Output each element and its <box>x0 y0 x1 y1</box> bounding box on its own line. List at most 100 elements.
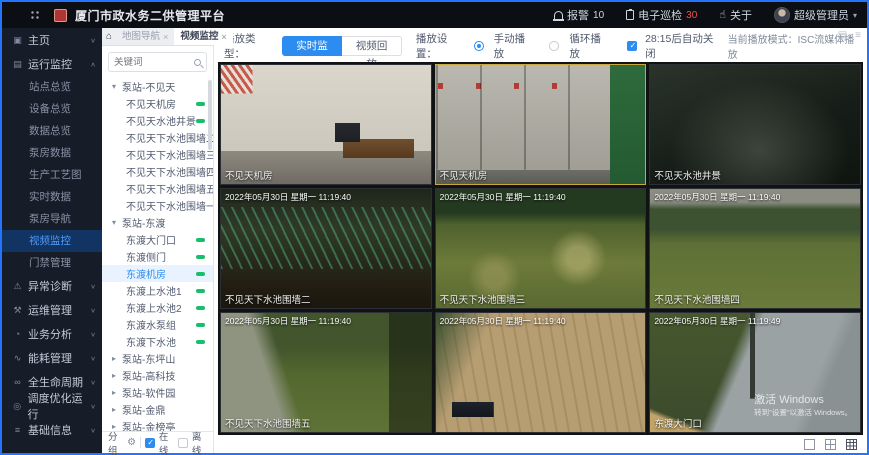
about-menu[interactable]: ☝ 关于 <box>719 7 752 23</box>
close-icon[interactable]: × <box>163 28 168 46</box>
video-camera-name: 不见天下水池围墙二 <box>225 292 311 306</box>
sidebar-item-access-control[interactable]: 门禁管理 <box>2 252 102 274</box>
sidebar-item-analysis[interactable]: ◔ 业务分析 ∨ <box>2 322 102 346</box>
manual-play-radio[interactable] <box>474 41 484 51</box>
offline-checkbox[interactable] <box>178 438 188 448</box>
sidebar-item-dispatch[interactable]: ◎ 调度优化运行 ∨ <box>2 394 102 418</box>
tree-group[interactable]: ▸泵站-高科技 <box>102 367 213 384</box>
tree-camera[interactable]: 不见天下水池围墙一 <box>102 197 213 214</box>
tree-camera[interactable]: 不见天下水池围墙三 <box>102 146 213 163</box>
realtime-monitor-button[interactable]: 实时监控 <box>282 36 343 56</box>
tree-camera[interactable]: 东渡上水池1 <box>102 282 213 299</box>
tree-camera-label: 东渡大门口 <box>126 232 176 247</box>
windows-activation-watermark: 激活 Windows 转到"设置"以激活 Windows。 <box>754 391 852 418</box>
search-input[interactable] <box>114 57 194 68</box>
tree-camera[interactable]: 不见天下水池围墙二 <box>102 129 213 146</box>
online-checkbox[interactable] <box>145 438 155 448</box>
app-grid-icon[interactable] <box>30 10 40 20</box>
tree-camera[interactable]: 东渡大门口 <box>102 231 213 248</box>
tree-camera-selected[interactable]: 东渡机房 <box>102 265 213 282</box>
tree-group[interactable]: ▾泵站-东渡 <box>102 214 213 231</box>
avatar <box>774 7 790 23</box>
node-open-icon: ▾ <box>112 218 122 227</box>
panel-icon[interactable]: ▤ <box>838 30 847 41</box>
menu-icon[interactable]: ≡ <box>855 30 861 41</box>
sidebar-item-data-overview[interactable]: 数据总览 <box>2 120 102 142</box>
tree-camera[interactable]: 不见天水池井景 <box>102 112 213 129</box>
tree-group[interactable]: ▸泵站-软件园 <box>102 384 213 401</box>
tree-group-label: 泵站-高科技 <box>122 368 175 383</box>
sidebar-item-label: 运行监控 <box>28 56 72 72</box>
app-logo <box>54 9 67 22</box>
layout-single-icon[interactable] <box>804 439 815 450</box>
video-camera-name: 不见天下水池围墙五 <box>225 416 311 430</box>
video-timestamp: 2022年05月30日 星期一 11:19:40 <box>225 191 427 203</box>
sidebar-item-home[interactable]: ▣ 主页 ∨ <box>2 28 102 52</box>
alarm-menu[interactable]: 报警 10 <box>554 7 604 23</box>
sidebar-item-diagnosis[interactable]: ⚠ 异常诊断 ∨ <box>2 274 102 298</box>
tree-camera[interactable]: 不见天机房 <box>102 95 213 112</box>
sidebar-item-label: 能耗管理 <box>28 350 72 366</box>
sidebar-item-label: 异常诊断 <box>28 278 72 294</box>
warning-icon: ⚠ <box>12 281 23 292</box>
chevron-down-icon: ∨ <box>90 282 96 289</box>
autoclose-checkbox[interactable] <box>627 41 637 51</box>
tree-group[interactable]: ▾泵站-不见天 <box>102 78 213 95</box>
sidebar-item-ops[interactable]: ⚒ 运维管理 ∨ <box>2 298 102 322</box>
video-timestamp: 2022年05月30日 星期一 11:19:40 <box>440 315 642 327</box>
app-header: 厦门市政水务二供管理平台 报警 10 电子巡检 30 ☝ 关于 超级管理员 ▾ <box>2 2 867 28</box>
user-menu[interactable]: 超级管理员 ▾ <box>774 7 857 23</box>
tab-video-monitor[interactable]: 视频监控 × <box>174 28 232 45</box>
tree-scrollbar[interactable] <box>208 80 212 150</box>
online-status-pill <box>196 102 205 106</box>
video-cell-9[interactable]: 2022年05月30日 星期一 11:19:49 东渡大门口 激活 Window… <box>649 312 861 433</box>
video-cell-2[interactable]: 不见天机房 <box>435 64 647 185</box>
video-timestamp: 2022年05月30日 星期一 11:19:49 <box>654 315 856 327</box>
sidebar-item-video-monitor[interactable]: 视频监控 <box>2 230 102 252</box>
home-tab-icon[interactable]: ⌂ <box>102 31 116 42</box>
sidebar-item-pumproom-data[interactable]: 泵房数据 <box>2 142 102 164</box>
tree-camera[interactable]: 不见天下水池围墙四 <box>102 163 213 180</box>
sidebar-item-device-overview[interactable]: 设备总览 <box>2 98 102 120</box>
sidebar-item-pumproom-nav[interactable]: 泵房导航 <box>2 208 102 230</box>
tree-camera[interactable]: 东渡侧门 <box>102 248 213 265</box>
video-playback-button[interactable]: 视频回放 <box>342 36 402 56</box>
tree-group[interactable]: ▸泵站-金榜亭 <box>102 418 213 431</box>
sidebar-item-energy[interactable]: ∿ 能耗管理 ∨ <box>2 346 102 370</box>
search-icon[interactable] <box>194 59 201 66</box>
video-cell-6[interactable]: 2022年05月30日 星期一 11:19:40 不见天下水池围墙四 <box>649 188 861 309</box>
tree-camera[interactable]: 东渡水泵组 <box>102 316 213 333</box>
inspection-menu[interactable]: 电子巡检 30 <box>626 7 697 23</box>
sidebar-item-site-overview[interactable]: 站点总览 <box>2 76 102 98</box>
sidebar-item-realtime-data[interactable]: 实时数据 <box>2 186 102 208</box>
tree-camera[interactable]: 不见天下水池围墙五 <box>102 180 213 197</box>
online-status-pill <box>196 323 205 327</box>
gear-icon[interactable]: ⚙ <box>127 437 136 448</box>
tree-footer: 分组 ⚙ 在线 离线 <box>102 431 213 453</box>
layout-nine-icon[interactable] <box>846 439 857 450</box>
video-cell-1[interactable]: 不见天机房 <box>220 64 432 185</box>
layout-quad-icon[interactable] <box>825 439 836 450</box>
tree-camera[interactable]: 东渡上水池2 <box>102 299 213 316</box>
sidebar-item-monitor[interactable]: ▤ 运行监控 ∧ <box>2 52 102 76</box>
video-cell-3[interactable]: 不见天水池井景 <box>649 64 861 185</box>
video-cell-5[interactable]: 2022年05月30日 星期一 11:19:40 不见天下水池围墙三 <box>435 188 647 309</box>
loop-play-radio[interactable] <box>549 41 559 51</box>
monitor-icon: ▤ <box>12 59 23 70</box>
tree-camera-label: 东渡上水池2 <box>126 300 182 315</box>
close-icon[interactable]: × <box>221 28 226 46</box>
tab-map-nav[interactable]: 地图导航 × <box>116 28 174 45</box>
tree-camera-label: 不见天下水池围墙五 <box>126 181 213 196</box>
node-closed-icon: ▸ <box>112 371 122 380</box>
tree-group[interactable]: ▸泵站-东坪山 <box>102 350 213 367</box>
sidebar-item-process-diagram[interactable]: 生产工艺图 <box>2 164 102 186</box>
video-cell-8[interactable]: 2022年05月30日 星期一 11:19:40 <box>435 312 647 433</box>
clipboard-icon <box>626 10 634 20</box>
video-timestamp: 2022年05月30日 星期一 11:19:40 <box>440 191 642 203</box>
tree-camera[interactable]: 东渡下水池 <box>102 333 213 350</box>
divider <box>140 437 141 448</box>
video-cell-4[interactable]: 2022年05月30日 星期一 11:19:40 不见天下水池围墙二 <box>220 188 432 309</box>
video-cell-7[interactable]: 2022年05月30日 星期一 11:19:40 不见天下水池围墙五 <box>220 312 432 433</box>
tree-group[interactable]: ▸泵站-金鼎 <box>102 401 213 418</box>
node-closed-icon: ▸ <box>112 405 122 414</box>
